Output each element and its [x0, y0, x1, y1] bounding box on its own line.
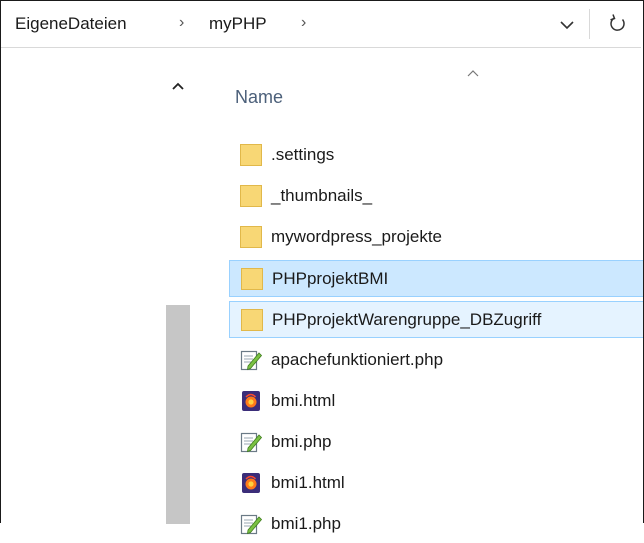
breadcrumb-separator[interactable]: ›	[301, 14, 306, 32]
php-file-icon	[239, 512, 263, 536]
file-list-item[interactable]: bmi1.php	[229, 506, 643, 543]
file-list-item[interactable]: .settings	[229, 137, 643, 174]
refresh-icon[interactable]	[607, 11, 629, 35]
breadcrumb-myphp[interactable]: myPHP	[209, 14, 267, 34]
sort-ascending-icon[interactable]	[466, 68, 480, 78]
scroll-up-arrow-icon[interactable]	[170, 80, 186, 92]
file-list-item[interactable]: bmi1.html	[229, 465, 643, 502]
file-list-item[interactable]: mywordpress_projekte	[229, 219, 643, 256]
nav-scrollbar-thumb[interactable]	[166, 305, 190, 524]
php-file-icon	[239, 348, 263, 372]
file-list-item[interactable]: bmi.html	[229, 383, 643, 420]
file-list-item[interactable]: PHPprojektBMI	[229, 260, 643, 297]
chevron-down-icon[interactable]	[557, 17, 577, 33]
divider	[589, 9, 590, 39]
file-list-item[interactable]: apachefunktioniert.php	[229, 342, 643, 379]
file-list-item[interactable]: bmi.php	[229, 424, 643, 461]
folder-icon	[240, 308, 264, 332]
php-file-icon	[239, 430, 263, 454]
file-list-item[interactable]: PHPprojektWarengruppe_DBZugriff	[229, 301, 643, 338]
navigation-pane	[1, 48, 193, 524]
file-name: mywordpress_projekte	[271, 227, 443, 246]
folder-icon	[240, 267, 264, 291]
file-name: _thumbnails_	[271, 186, 373, 205]
file-name: bmi.html	[271, 391, 336, 410]
breadcrumb-eigenedateien[interactable]: EigeneDateien	[15, 14, 127, 34]
folder-icon	[239, 143, 263, 167]
address-bar[interactable]: EigeneDateien › myPHP ›	[1, 1, 641, 48]
html-file-icon	[239, 389, 263, 413]
column-header-name[interactable]: Name	[235, 87, 283, 108]
html-file-icon	[239, 471, 263, 495]
file-name: apachefunktioniert.php	[271, 350, 444, 369]
file-name: bmi1.html	[271, 473, 345, 492]
breadcrumb-separator[interactable]: ›	[179, 14, 184, 32]
file-name: bmi.php	[271, 432, 332, 451]
folder-icon	[239, 184, 263, 208]
file-name: .settings	[271, 145, 335, 164]
file-name: PHPprojektWarengruppe_DBZugriff	[272, 310, 542, 329]
folder-icon	[239, 225, 263, 249]
file-name: PHPprojektBMI	[272, 269, 389, 288]
file-list-item[interactable]: _thumbnails_	[229, 178, 643, 215]
file-name: bmi1.php	[271, 514, 341, 533]
